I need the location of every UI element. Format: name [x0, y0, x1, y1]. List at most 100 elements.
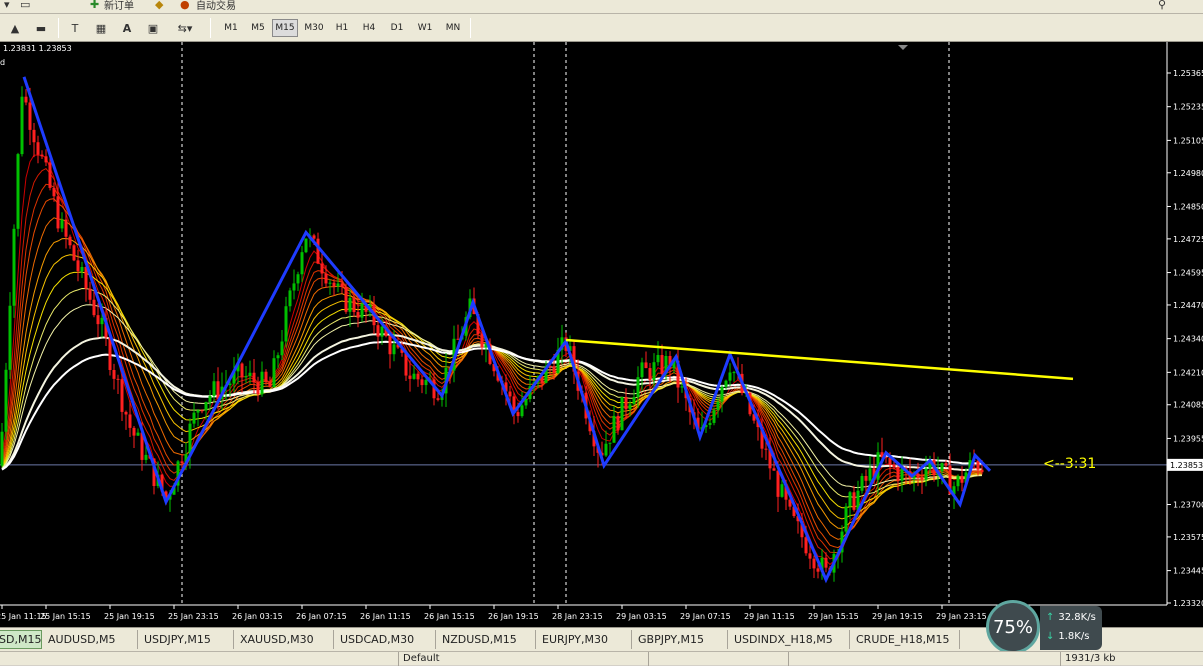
current-price-label: 1.23853 [1170, 461, 1203, 470]
symbol-tab[interactable]: XAUUSD,M30 [234, 630, 334, 649]
candle-bull [524, 399, 528, 406]
arrows-dropdown-icon[interactable]: ⇆▾ [172, 18, 198, 38]
tf-h1[interactable]: H1 [329, 19, 355, 37]
time-label: 25 Jan 19:15 [104, 612, 155, 621]
tf-h4[interactable]: H4 [356, 19, 382, 37]
grid-icon[interactable]: ▦ [92, 18, 110, 38]
label-icon[interactable]: ▣ [144, 18, 162, 38]
candle-bull [212, 381, 216, 396]
symbol-tab[interactable]: USDINDX_H18,M5 [728, 630, 850, 649]
symbol-tab[interactable]: USDJPY,M15 [138, 630, 234, 649]
price-label: 1.25235 [1173, 103, 1203, 112]
candles [0, 86, 984, 582]
candle-bear [344, 286, 348, 312]
candle-bear [48, 162, 52, 188]
text-icon[interactable]: T [66, 18, 84, 38]
price-label: 1.23320 [1173, 599, 1203, 608]
candle-bear [120, 379, 124, 412]
price-chart[interactable]: <--3:31 1.25365 1.25235 1.25105 1.24980 1.24… [0, 42, 1203, 627]
symbol-tab[interactable]: GBPJPY,M15 [632, 630, 728, 649]
status-empty-2 [788, 652, 928, 666]
download-speed: 1.8K/s [1058, 631, 1090, 642]
candle-bull [144, 454, 148, 460]
tf-m30[interactable]: M30 [301, 19, 327, 37]
candle-bull [636, 377, 640, 398]
candle-bear [268, 381, 272, 388]
candle-bear [44, 156, 48, 163]
symbol-tab[interactable]: SD,M15 [0, 630, 42, 649]
candle-bull [0, 431, 4, 466]
candle-bull [780, 484, 784, 497]
window-icon[interactable]: ▭ [20, 0, 30, 13]
candle-bull [280, 341, 284, 356]
moving-average-line [1, 271, 983, 509]
network-percent[interactable]: 75% [986, 600, 1040, 654]
candle-bull [724, 380, 728, 387]
candle-bull [708, 422, 712, 425]
price-label: 1.24470 [1173, 301, 1203, 310]
candle-bear [892, 464, 896, 468]
tf-w1[interactable]: W1 [412, 19, 438, 37]
candle-bear [92, 299, 96, 316]
new-order-icon[interactable]: ✚ [90, 0, 99, 13]
candle-bear [216, 381, 220, 400]
candle-bull [248, 372, 252, 377]
candle-bull [360, 303, 364, 318]
status-empty-1 [648, 652, 788, 666]
time-label: 25 Jan 23:15 [168, 612, 219, 621]
candle-bull [924, 468, 928, 480]
triangle-up-icon[interactable]: ▲ [6, 18, 24, 38]
candle-bear [808, 553, 812, 559]
tf-m5[interactable]: M5 [245, 19, 271, 37]
symbol-tab[interactable]: CRUDE_H18,M15 [850, 630, 960, 649]
symbol-tab[interactable]: USDCAD,M30 [334, 630, 436, 649]
candle-bear [316, 238, 320, 264]
candle-bear [896, 467, 900, 481]
candle-bull [276, 355, 280, 359]
symbol-tab[interactable]: EURJPY,M30 [536, 630, 632, 649]
moving-average-line [1, 304, 983, 489]
tf-m15[interactable]: M15 [272, 19, 298, 37]
tf-m1[interactable]: M1 [218, 19, 244, 37]
status-bar: Default 1931/3 kb [0, 651, 1203, 666]
time-label: 29 Jan 03:15 [616, 612, 667, 621]
candle-bear [852, 492, 856, 510]
tf-mn[interactable]: MN [440, 19, 466, 37]
history-icon[interactable]: ◆ [155, 0, 163, 13]
candle-bear [648, 368, 652, 381]
auto-trade-icon[interactable]: ● [180, 0, 190, 13]
candle-bear [324, 273, 328, 284]
new-order-button[interactable]: 新订单 [104, 0, 134, 13]
price-label: 1.24340 [1173, 335, 1203, 344]
search-icon[interactable]: ⚲ [1158, 0, 1166, 13]
candle-bull [412, 373, 416, 379]
candle-bull [844, 506, 848, 532]
time-label: 29 Jan 15:15 [808, 612, 859, 621]
candle-bear [240, 363, 244, 378]
candle-bear [408, 375, 412, 379]
tf-d1[interactable]: D1 [384, 19, 410, 37]
chart-canvas[interactable]: <--3:31 1.25365 1.25235 1.25105 1.24980 1.24… [0, 42, 1203, 627]
auto-trade-button[interactable]: 自动交易 [196, 0, 236, 13]
toolbar-charts: ▲ ▬ T ▦ A ▣ ⇆▾ M1 M5 M15 M30 H1 H4 D1 W1… [0, 14, 1203, 42]
symbol-tab[interactable]: NZDUSD,M15 [436, 630, 536, 649]
time-label: 25 Jan 15:15 [40, 612, 91, 621]
candle-bull [656, 355, 660, 363]
price-label: 1.24210 [1173, 368, 1203, 377]
moving-average-line [1, 254, 983, 520]
symbol-tab[interactable]: AUDUSD,M5 [42, 630, 138, 649]
price-label: 1.23700 [1173, 501, 1203, 510]
candle-bull [712, 410, 716, 423]
candle-bull [732, 372, 736, 374]
candle-bull [720, 386, 724, 402]
candle-bull [380, 326, 384, 337]
candle-bull [136, 432, 140, 436]
text-label-icon[interactable]: A [118, 18, 136, 38]
candle-bear [420, 379, 424, 386]
arrow-icon[interactable]: ▾ [4, 0, 10, 13]
rectangle-icon[interactable]: ▬ [32, 18, 50, 38]
separator [210, 18, 211, 38]
candle-bear [128, 414, 132, 428]
candle-bear [116, 378, 120, 380]
candle-bear [980, 469, 984, 473]
